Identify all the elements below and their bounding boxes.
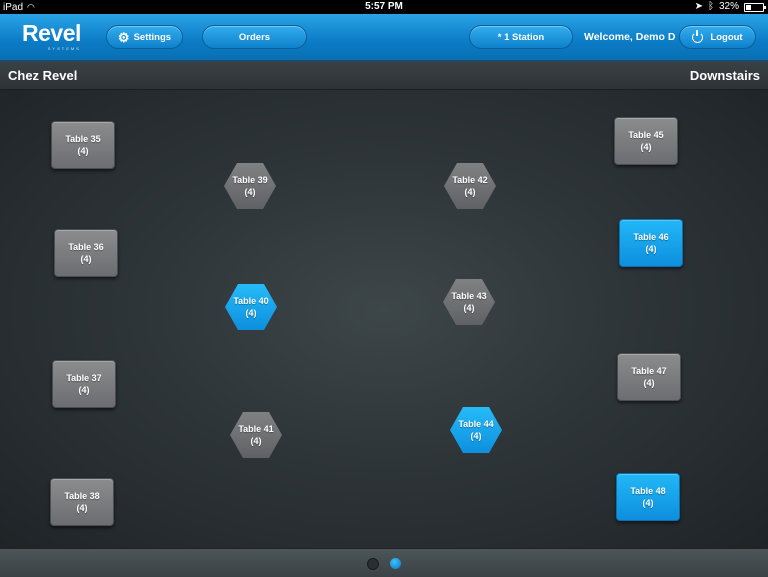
table-label: Table 35 bbox=[65, 134, 101, 144]
table-42[interactable]: Table 42 (4) bbox=[444, 163, 496, 209]
table-47[interactable]: Table 47 (4) bbox=[617, 353, 681, 401]
page-dot-2[interactable] bbox=[390, 558, 401, 569]
page-indicator-bar bbox=[0, 548, 768, 577]
table-label: Table 46 bbox=[633, 232, 669, 242]
table-label: Table 43 bbox=[451, 291, 487, 301]
table-seats: (4) bbox=[470, 431, 482, 441]
location-bar: Chez Revel Downstairs bbox=[0, 61, 768, 90]
settings-label: Settings bbox=[133, 31, 172, 43]
table-46[interactable]: Table 46 (4) bbox=[619, 219, 683, 267]
power-icon bbox=[692, 29, 704, 43]
orders-button[interactable]: Orders bbox=[202, 25, 307, 49]
table-37[interactable]: Table 37 (4) bbox=[52, 360, 116, 408]
table-label: Table 36 bbox=[68, 242, 104, 252]
table-seats: (4) bbox=[640, 142, 652, 152]
table-43[interactable]: Table 43 (4) bbox=[443, 279, 495, 325]
table-seats: (4) bbox=[642, 498, 654, 508]
table-label: Table 39 bbox=[232, 175, 268, 185]
table-44[interactable]: Table 44 (4) bbox=[450, 407, 502, 453]
table-label: Table 38 bbox=[64, 491, 100, 501]
status-right: ➤ ᛒ 32% bbox=[694, 0, 766, 14]
floor-plan: Table 35 (4) Table 36 (4) Table 37 (4) T… bbox=[0, 90, 768, 548]
table-48[interactable]: Table 48 (4) bbox=[616, 473, 680, 521]
table-label: Table 42 bbox=[452, 175, 488, 185]
table-seats: (4) bbox=[77, 146, 89, 156]
status-time: 5:57 PM bbox=[365, 1, 403, 12]
location-icon: ➤ bbox=[694, 1, 703, 12]
table-seats: (4) bbox=[245, 308, 257, 318]
logout-button[interactable]: Logout bbox=[679, 25, 756, 49]
table-41[interactable]: Table 41 (4) bbox=[230, 412, 282, 458]
battery-percent: 32% bbox=[718, 1, 739, 12]
table-seats: (4) bbox=[80, 254, 92, 264]
revel-logo: Revel SYSTEMS bbox=[22, 20, 81, 51]
table-label: Table 37 bbox=[66, 373, 102, 383]
floor-name: Downstairs bbox=[689, 68, 760, 83]
logout-label: Logout bbox=[710, 31, 743, 43]
table-38[interactable]: Table 38 (4) bbox=[50, 478, 114, 526]
table-label: Table 47 bbox=[631, 366, 667, 376]
table-seats: (4) bbox=[464, 187, 476, 197]
app-header: Revel SYSTEMS ⚙ Settings Orders * 1 Stat… bbox=[0, 14, 768, 61]
table-39[interactable]: Table 39 (4) bbox=[224, 163, 276, 209]
battery-fill bbox=[746, 4, 752, 10]
logo-subtitle: SYSTEMS bbox=[47, 46, 81, 51]
table-label: Table 44 bbox=[458, 419, 494, 429]
gear-icon: ⚙ bbox=[117, 29, 130, 45]
restaurant-name: Chez Revel bbox=[8, 68, 78, 83]
table-seats: (4) bbox=[643, 378, 655, 388]
table-label: Table 40 bbox=[233, 296, 269, 306]
table-seats: (4) bbox=[463, 303, 475, 313]
table-label: Table 41 bbox=[238, 424, 274, 434]
table-seats: (4) bbox=[250, 436, 262, 446]
table-45[interactable]: Table 45 (4) bbox=[614, 117, 678, 165]
station-label: * 1 Station bbox=[497, 31, 545, 43]
status-bar: iPad ◠ 5:57 PM ➤ ᛒ 32% bbox=[0, 0, 768, 14]
bluetooth-icon: ᛒ bbox=[707, 1, 714, 12]
settings-button[interactable]: ⚙ Settings bbox=[106, 25, 183, 49]
logo-wordmark: Revel bbox=[22, 20, 81, 46]
page-dot-1[interactable] bbox=[367, 558, 379, 570]
table-seats: (4) bbox=[645, 244, 657, 254]
welcome-text: Welcome, Demo D bbox=[584, 31, 676, 43]
table-seats: (4) bbox=[244, 187, 256, 197]
table-36[interactable]: Table 36 (4) bbox=[54, 229, 118, 277]
table-label: Table 48 bbox=[630, 486, 666, 496]
table-seats: (4) bbox=[76, 503, 88, 513]
table-seats: (4) bbox=[78, 385, 90, 395]
table-35[interactable]: Table 35 (4) bbox=[51, 121, 115, 169]
station-button[interactable]: * 1 Station bbox=[469, 25, 573, 49]
table-40[interactable]: Table 40 (4) bbox=[225, 284, 277, 330]
table-label: Table 45 bbox=[628, 130, 664, 140]
battery-icon bbox=[744, 2, 766, 12]
orders-label: Orders bbox=[238, 31, 271, 43]
